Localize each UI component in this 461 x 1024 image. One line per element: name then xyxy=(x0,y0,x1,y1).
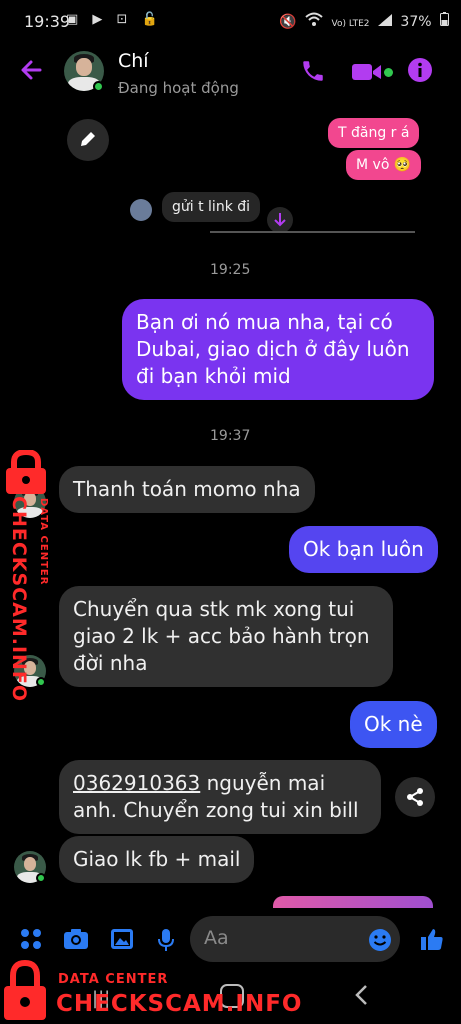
message-in-3[interactable]: 0362910363 nguyễn mai anh. Chuyển zong t… xyxy=(59,760,381,834)
network-label: Vo) LTE2 xyxy=(331,19,370,29)
share-icon xyxy=(405,787,425,811)
share-button[interactable] xyxy=(395,777,435,817)
timestamp: 19:25 xyxy=(210,262,251,278)
online-indicator xyxy=(36,873,46,883)
info-icon[interactable] xyxy=(407,57,433,87)
pencil-icon xyxy=(78,129,98,153)
watermark-bottom-big: CHECKSCAM.INFO xyxy=(56,991,303,1017)
lock-icon xyxy=(2,959,48,1024)
contact-status: Đang hoạt động xyxy=(118,79,239,97)
phone-number-link[interactable]: 0362910363 xyxy=(73,771,200,795)
edit-button[interactable] xyxy=(67,119,109,161)
message-in-2[interactable]: Chuyển qua stk mk xong tui giao 2 lk + a… xyxy=(59,586,393,687)
message-out-3[interactable]: Ok nè xyxy=(350,701,437,748)
notification-icons: ▣ ▶ ⊡ 🔓 xyxy=(66,12,163,27)
thumbs-up-icon[interactable] xyxy=(420,927,444,955)
lock-icon xyxy=(2,448,50,498)
status-right: 🔇 Vo) LTE2 37% xyxy=(275,12,449,30)
message-out-pink-1[interactable]: T đăng r á xyxy=(328,118,420,148)
back-arrow-icon[interactable] xyxy=(16,54,48,86)
divider-line xyxy=(210,231,415,233)
phone-icon[interactable] xyxy=(300,58,326,88)
video-online-dot xyxy=(384,68,393,77)
microphone-icon[interactable] xyxy=(157,928,175,956)
contact-name[interactable]: Chí xyxy=(118,50,149,72)
message-in-small[interactable]: gửi t link đi xyxy=(162,192,261,222)
video-camera-icon[interactable] xyxy=(352,62,382,86)
image-preview[interactable] xyxy=(273,896,433,908)
message-out-pink-2[interactable]: M vô 🥺 xyxy=(346,150,422,180)
battery-icon xyxy=(440,12,449,30)
message-input-placeholder: Aa xyxy=(204,927,229,949)
nav-back-icon[interactable] xyxy=(354,984,368,1010)
small-avatar xyxy=(130,199,152,221)
watermark-bottom: DATA CENTER CHECKSCAM.INFO xyxy=(0,958,303,1024)
scroll-down-button[interactable] xyxy=(267,207,293,233)
grid-dots-icon[interactable] xyxy=(20,928,42,954)
image-icon[interactable] xyxy=(110,928,134,954)
watermark-side-small: DATA CENTER xyxy=(38,498,49,586)
chat-header: Chí Đang hoạt động xyxy=(0,44,461,106)
message-in-1[interactable]: Thanh toán momo nha xyxy=(59,466,315,513)
mute-icon: 🔇 xyxy=(279,14,297,30)
watermark-side-big: CHECKSCAM.INFO xyxy=(8,496,30,703)
message-in-4[interactable]: Giao lk fb + mail xyxy=(59,836,255,883)
timestamp: 19:37 xyxy=(210,428,251,444)
watermark-bottom-small: DATA CENTER xyxy=(58,972,169,987)
message-out-1[interactable]: Bạn ơi nó mua nha, tại có Dubai, giao dị… xyxy=(122,299,434,400)
message-out-2[interactable]: Ok bạn luôn xyxy=(289,526,438,573)
message-input[interactable]: Aa xyxy=(190,916,400,962)
status-time: 19:39 xyxy=(24,12,71,31)
wifi-icon xyxy=(305,12,327,30)
emoji-icon[interactable] xyxy=(368,928,392,957)
camera-icon[interactable] xyxy=(63,928,89,954)
online-indicator xyxy=(93,81,104,92)
watermark-side: DATA CENTER CHECKSCAM.INFO xyxy=(2,448,54,702)
arrow-down-icon xyxy=(273,212,287,232)
battery-label: 37% xyxy=(400,14,432,30)
signal-icon xyxy=(377,14,396,30)
status-bar: 19:39 ▣ ▶ ⊡ 🔓 🔇 Vo) LTE2 37% xyxy=(0,0,461,44)
